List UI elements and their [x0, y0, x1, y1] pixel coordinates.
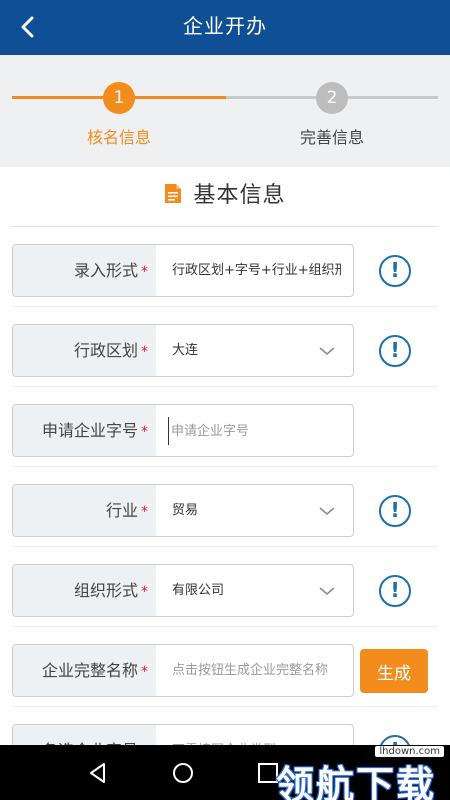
page-title: 企业开办 — [183, 14, 267, 38]
home-circle-icon[interactable] — [171, 761, 195, 785]
info-icon[interactable]: ! — [379, 255, 411, 287]
required-mark: * — [141, 504, 148, 520]
trade-name-input[interactable] — [168, 417, 343, 445]
region-value: 大连 — [172, 343, 199, 358]
required-mark: * — [141, 344, 148, 360]
step-complete-info[interactable]: 2 完善信息 — [272, 82, 392, 148]
step-number-badge: 2 — [316, 82, 348, 114]
form-row-full-name: 企业完整名称 * 点击按钮生成企业完整名称 生成 — [0, 627, 450, 707]
org-form-value: 有限公司 — [172, 583, 225, 598]
entry-form-value: 行政区划+字号+行业+组织形式 — [172, 263, 341, 278]
watermark-logo: lhdown.com 领航下载 — [272, 740, 450, 800]
form-row-region: 行政区划 * 大连 ! — [0, 307, 450, 387]
step-label: 核名信息 — [86, 128, 151, 147]
chevron-down-icon — [319, 507, 335, 515]
form-row-org-form: 组织形式 * 有限公司 ! — [0, 547, 450, 627]
step-name-check[interactable]: 1 核名信息 — [59, 82, 179, 148]
field-label: 行业 * — [13, 485, 156, 536]
required-mark: * — [141, 584, 148, 600]
app-header: 企业开办 — [0, 0, 450, 55]
field-label: 行政区划 * — [13, 325, 156, 376]
required-mark: * — [141, 424, 148, 440]
field-label: 申请企业字号 * — [13, 405, 156, 456]
industry-select[interactable]: 行业 * 贸易 — [12, 484, 354, 537]
field-label: 录入形式 * — [13, 245, 156, 296]
info-icon[interactable]: ! — [379, 575, 411, 607]
field-label: 企业完整名称 * — [13, 645, 156, 696]
field-label: 组织形式 * — [13, 565, 156, 616]
watermark-brand: 领航下载 — [276, 763, 437, 800]
required-mark: * — [141, 264, 148, 280]
form-row-industry: 行业 * 贸易 ! — [0, 467, 450, 547]
section-title: 基本信息 — [193, 183, 286, 208]
info-icon[interactable]: ! — [379, 335, 411, 367]
document-icon — [165, 183, 182, 203]
chevron-down-icon — [319, 347, 335, 355]
step-label: 完善信息 — [299, 128, 364, 147]
form-row-trade-name: 申请企业字号 * — [0, 387, 450, 467]
org-form-select[interactable]: 组织形式 * 有限公司 — [12, 564, 354, 617]
section-header: 基本信息 — [0, 177, 450, 217]
chevron-down-icon — [319, 587, 335, 595]
region-select[interactable]: 行政区划 * 大连 — [12, 324, 354, 377]
industry-value: 贸易 — [172, 503, 199, 518]
entry-form-field[interactable]: 录入形式* 行政区划+字号+行业+组织形式 — [12, 244, 354, 297]
full-name-field: 企业完整名称 * 点击按钮生成企业完整名称 — [12, 644, 354, 697]
progress-stepper: 1 核名信息 2 完善信息 — [0, 55, 450, 167]
required-mark: * — [141, 664, 148, 680]
form-row-entry-form: 录入形式* 行政区划+字号+行业+组织形式 ! — [0, 227, 450, 307]
full-name-placeholder: 点击按钮生成企业完整名称 — [172, 663, 329, 678]
step-number-badge: 1 — [103, 82, 135, 114]
info-icon[interactable]: ! — [379, 495, 411, 527]
generate-button[interactable]: 生成 — [360, 649, 428, 693]
back-triangle-icon[interactable] — [86, 761, 110, 785]
trade-name-field: 申请企业字号 * — [12, 404, 354, 457]
